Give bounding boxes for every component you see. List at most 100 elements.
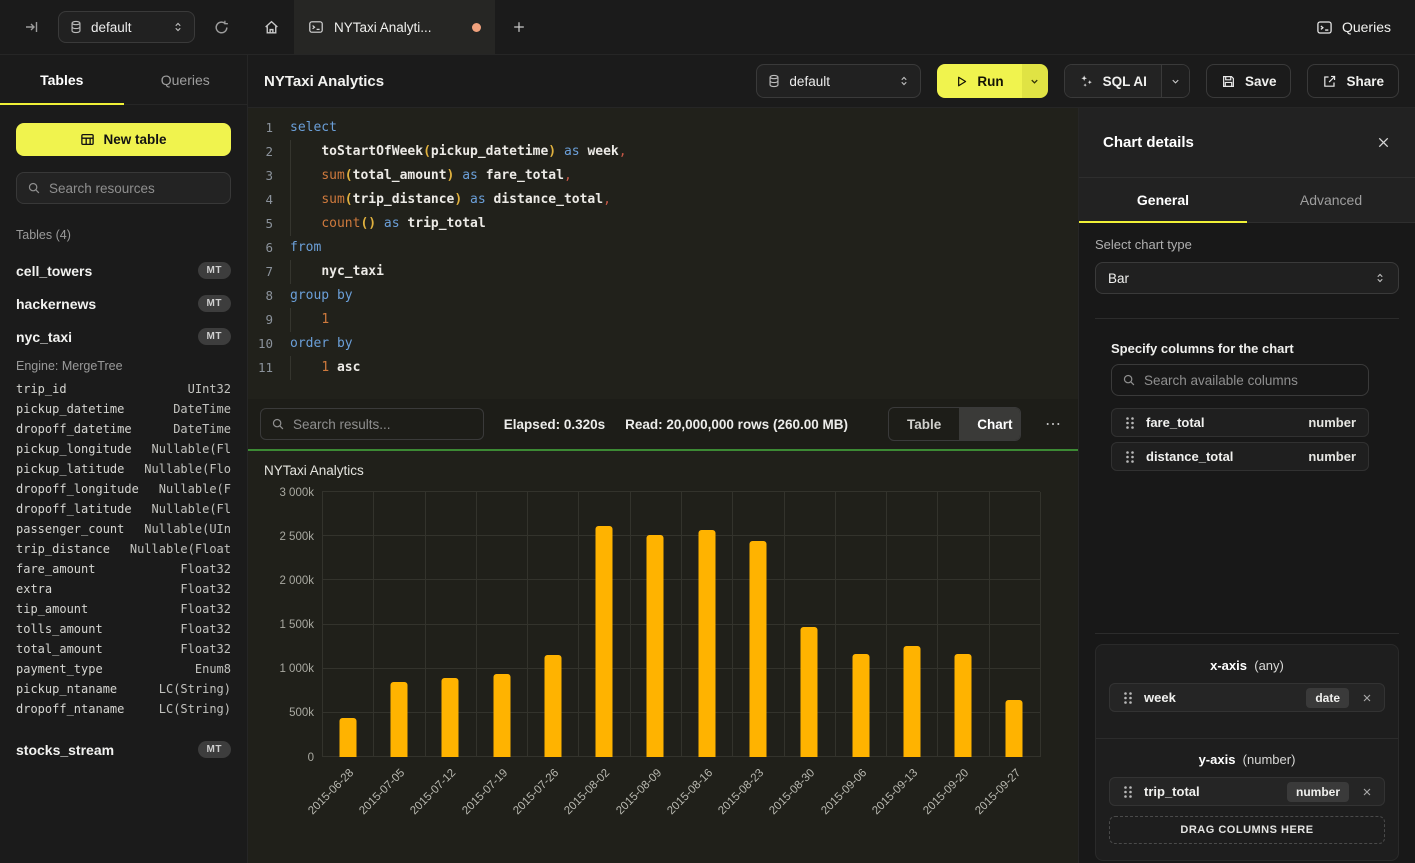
axis-column-chip[interactable]: weekdate <box>1109 683 1385 712</box>
run-options-button[interactable] <box>1022 64 1048 98</box>
topbar-left: default <box>0 0 248 55</box>
unsaved-changes-dot <box>472 23 481 32</box>
column-name: pickup_datetime <box>16 402 124 416</box>
gridline <box>937 492 938 757</box>
save-button-label: Save <box>1245 74 1277 89</box>
plus-icon <box>512 20 526 34</box>
column-type: LC(String) <box>159 702 231 716</box>
table-list-item[interactable]: nyc_taxiMT <box>16 320 231 353</box>
code-content: toStartOfWeek(pickup_datetime) as week, <box>282 140 627 164</box>
column-type: UInt32 <box>188 382 231 396</box>
code-line: 10order by <box>248 332 1078 356</box>
line-number: 8 <box>248 284 282 308</box>
share-button-label: Share <box>1346 74 1384 89</box>
bar[interactable] <box>442 678 459 758</box>
remove-column-button[interactable] <box>1359 690 1375 706</box>
table-name: hackernews <box>16 296 96 312</box>
results-search-input[interactable] <box>293 417 473 432</box>
column-name: pickup_longitude <box>16 442 132 456</box>
collapse-sidebar-button[interactable] <box>20 15 44 39</box>
bar[interactable] <box>339 718 356 757</box>
tab-nytaxi-analytics[interactable]: NYTaxi Analyti... <box>294 0 496 54</box>
bar[interactable] <box>852 654 869 757</box>
drag-columns-drop-zone[interactable]: DRAG COLUMNS HERE <box>1109 816 1385 844</box>
sql-editor[interactable]: 1select2 toStartOfWeek(pickup_datetime) … <box>248 108 1078 399</box>
bar[interactable] <box>801 627 818 757</box>
available-column-chip[interactable]: fare_totalnumber <box>1111 408 1369 437</box>
run-button[interactable]: Run <box>937 64 1021 98</box>
y-axis-tick-label: 500k <box>258 707 314 719</box>
close-panel-button[interactable] <box>1376 135 1391 150</box>
gridline <box>681 492 682 757</box>
sidebar-tab-tables[interactable]: Tables <box>0 55 124 104</box>
tab-advanced[interactable]: Advanced <box>1247 178 1415 222</box>
elapsed-stat: Elapsed: 0.320s <box>504 417 605 432</box>
y-axis-constraint: (number) <box>1243 752 1296 767</box>
new-tab-button[interactable] <box>496 0 542 54</box>
bar[interactable] <box>698 530 715 757</box>
share-button[interactable]: Share <box>1307 64 1399 98</box>
available-column-chip[interactable]: distance_totalnumber <box>1111 442 1369 471</box>
queries-button[interactable]: Queries <box>1316 19 1391 36</box>
table-list-item[interactable]: hackernews MT <box>16 287 231 320</box>
database-selector[interactable]: default <box>58 11 195 43</box>
axis-column-chip[interactable]: trip_totalnumber <box>1109 777 1385 806</box>
engine-badge: MT <box>198 295 231 312</box>
more-options-button[interactable]: ⋯ <box>1041 414 1066 434</box>
sql-ai-button[interactable]: SQL AI <box>1065 65 1161 97</box>
y-axis-tick-label: 0 <box>258 752 314 764</box>
chart-type-select[interactable]: Bar <box>1095 262 1399 294</box>
table-list-item[interactable]: cell_towersMT <box>16 254 231 287</box>
sidebar-tab-queries[interactable]: Queries <box>124 55 248 104</box>
sql-ai-options-button[interactable] <box>1161 65 1189 97</box>
y-axis-tick-label: 2 000k <box>258 575 314 587</box>
columns-search-input[interactable] <box>1144 373 1358 388</box>
sidebar: Tables Queries New table Tables (4) <box>0 55 248 863</box>
table-list-item[interactable]: stocks_streamMT <box>16 733 231 766</box>
tab-title: NYTaxi Analyti... <box>334 20 462 35</box>
database-selector[interactable]: default <box>756 64 921 98</box>
view-toggle-chart[interactable]: Chart <box>959 408 1021 440</box>
terminal-icon <box>1316 19 1333 36</box>
column-list-item: tolls_amountFloat32 <box>16 619 231 639</box>
tab-general[interactable]: General <box>1079 178 1247 222</box>
code-content: 1 <box>282 308 329 332</box>
bar[interactable] <box>903 646 920 757</box>
bar[interactable] <box>1006 700 1023 757</box>
bar[interactable] <box>544 655 561 757</box>
home-button[interactable] <box>248 0 294 54</box>
line-number: 5 <box>248 212 282 236</box>
view-toggle-table[interactable]: Table <box>889 408 959 440</box>
bar[interactable] <box>749 541 766 757</box>
column-type: DateTime <box>173 402 231 416</box>
column-name: extra <box>16 582 52 596</box>
bar[interactable] <box>390 682 407 757</box>
gridline <box>989 492 990 757</box>
column-type: Float32 <box>180 562 231 576</box>
bar[interactable] <box>647 535 664 757</box>
remove-column-button[interactable] <box>1359 784 1375 800</box>
main-area: NYTaxi Analytics default <box>248 55 1415 863</box>
column-list-item: dropoff_ntanameLC(String) <box>16 699 231 719</box>
chevrons-updown-icon <box>898 74 910 88</box>
run-split-button: Run <box>937 64 1047 98</box>
divider <box>1095 633 1399 634</box>
gridline <box>373 492 374 757</box>
save-button[interactable]: Save <box>1206 64 1292 98</box>
line-number: 6 <box>248 236 282 260</box>
bar[interactable] <box>955 654 972 757</box>
topbar-right: Queries <box>1292 0 1415 55</box>
y-axis-section: y-axis (number) trip_totalnumber DRAG CO… <box>1096 738 1398 860</box>
y-axis-tick-label: 1 500k <box>258 619 314 631</box>
column-type: Float32 <box>180 642 231 656</box>
resource-search-input[interactable] <box>49 181 220 196</box>
new-table-button[interactable]: New table <box>16 123 231 156</box>
y-axis-header: y-axis (number) <box>1109 752 1385 767</box>
code-line: 3 sum(total_amount) as fare_total, <box>248 164 1078 188</box>
chart-panel: NYTaxi Analytics 0500k1 000k1 500k2 000k… <box>248 451 1078 863</box>
column-list-item: passenger_countNullable(UIn <box>16 519 231 539</box>
bar[interactable] <box>596 526 613 757</box>
column-list-item: trip_idUInt32 <box>16 379 231 399</box>
refresh-button[interactable] <box>209 15 234 40</box>
bar[interactable] <box>493 674 510 757</box>
